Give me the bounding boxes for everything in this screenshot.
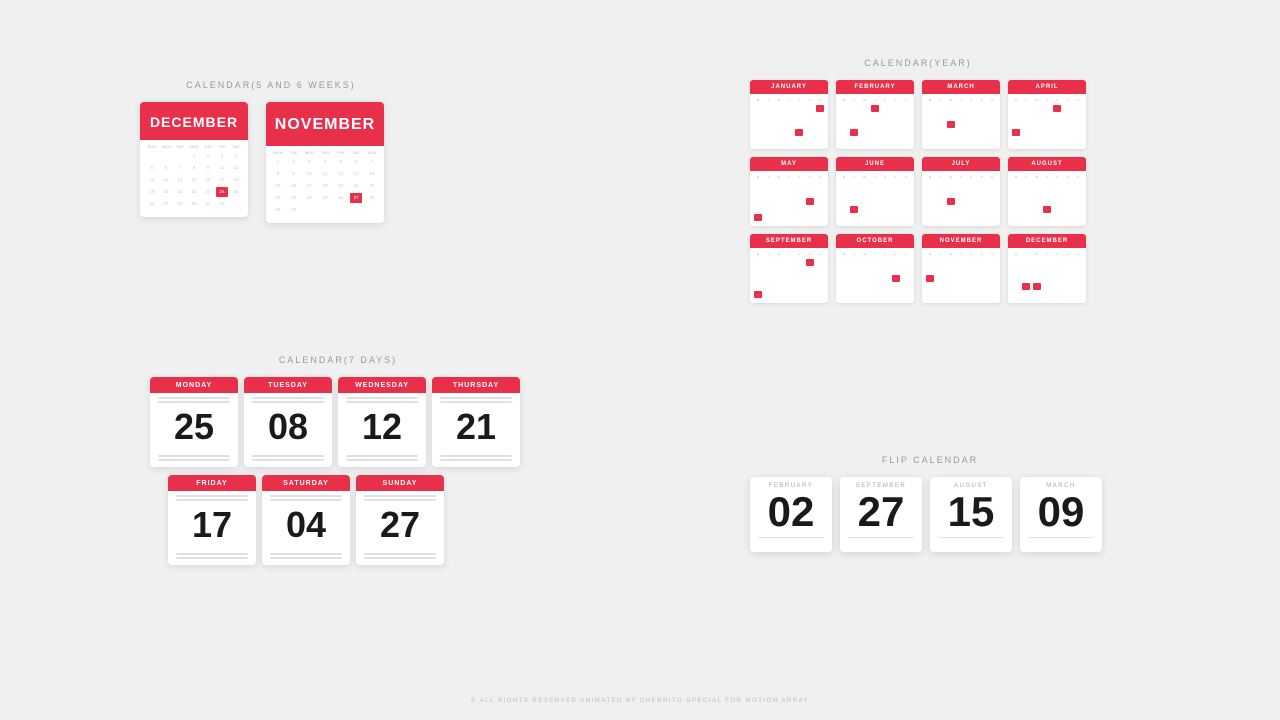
nov-week-3: 15161718192021 [272,181,378,191]
year-section-label: CALENDAR(YEAR) [750,58,1086,68]
november-mini-cal: NOVEMBER MTWTFSS ······· ······· ·······… [922,234,1000,303]
flip-section-label: FLIP CALENDAR [750,455,1110,465]
thursday-number: 21 [432,405,520,453]
friday-number: 17 [168,503,256,551]
april-mini-cal: APRIL MTWTFSS ······· ······· ······· ··… [1008,80,1086,149]
days-row-1: MONDAY 25 TUESDAY 08 WEDNESD [150,377,526,467]
monday-number: 25 [150,405,238,453]
days-section-label: CALENDAR(7 DAYS) [150,355,526,365]
flip-cal-march: MARCH 09 [1020,477,1102,552]
december-header: DECEMBER [140,102,248,140]
footer: © ALL RIGHTS RESERVED ANIMATED BY CHERRI… [0,698,1280,704]
december-calendar: DECEMBER SUN MON TUE WED THU FRI SAT 123… [140,102,248,217]
weeks-section-label: CALENDAR(5 AND 6 WEEKS) [140,80,402,90]
monday-header: MONDAY [150,377,238,393]
wednesday-header: WEDNESDAY [338,377,426,393]
days-section: CALENDAR(7 DAYS) MONDAY 25 TUESDAY 08 [150,355,526,565]
weeks-section: CALENDAR(5 AND 6 WEEKS) DECEMBER SUN MON… [140,80,402,223]
nov-day-labels: MON TUE WED THU FRI SAT SUN [272,150,378,155]
flip-february-number: 02 [750,491,832,537]
flip-august-number: 15 [930,491,1012,537]
sunday-number: 27 [356,503,444,551]
day-labels-row: SUN MON TUE WED THU FRI SAT [146,144,242,149]
october-mini-cal: OCTOBER MTWTFSS ······· ······· ······· … [836,234,914,303]
saturday-header: SATURDAY [262,475,350,491]
july-mini-cal: JULY MTWTFSS ······· ······· ······· ···… [922,157,1000,226]
december-mini-cal: DECEMBER MTWTFSS ······· ······· ·······… [1008,234,1086,303]
november-calendar: NOVEMBER MON TUE WED THU FRI SAT SUN 123… [266,102,384,223]
wednesday-calendar: WEDNESDAY 12 [338,377,426,467]
tuesday-number: 08 [244,405,332,453]
year-grid: JANUARY MTWTFSS ······· ······· ······· … [750,80,1086,303]
november-header: NOVEMBER [266,102,384,146]
january-mini-body: MTWTFSS ······· ······· ······· ······· … [750,94,828,149]
sunday-header: SUNDAY [356,475,444,491]
week-row-2: 567891011 [146,163,242,173]
year-section: CALENDAR(YEAR) JANUARY MTWTFSS ······· ·… [750,58,1086,303]
january-mini-header: JANUARY [750,80,828,94]
june-mini-cal: JUNE MTWTFSS ······· ······· ······· ···… [836,157,914,226]
december-body: SUN MON TUE WED THU FRI SAT 1234 5678910… [140,140,248,217]
flip-section: FLIP CALENDAR FEBRUARY 02 SEPTEMBER 27 A… [750,455,1110,552]
flip-march-number: 09 [1020,491,1102,537]
monday-lines-top [150,393,238,405]
nov-week-2: 891011121314 [272,169,378,179]
week-row-1: 1234 [146,151,242,161]
flip-september-number: 27 [840,491,922,537]
week-row-4: 19202122232425 [146,187,242,197]
thursday-calendar: THURSDAY 21 [432,377,520,467]
tuesday-header: TUESDAY [244,377,332,393]
monday-calendar: MONDAY 25 [150,377,238,467]
footer-text: © ALL RIGHTS RESERVED ANIMATED BY CHERRI… [471,698,809,704]
saturday-number: 04 [262,503,350,551]
may-mini-cal: MAY MTWTFSS ······· ······· ······· ····… [750,157,828,226]
march-mini-cal: MARCH MTWTFSS ······· ······· ······· ··… [922,80,1000,149]
nov-week-4: 22232425262728 [272,193,378,203]
friday-calendar: FRIDAY 17 [168,475,256,565]
nov-week-1: 1234567 [272,157,378,167]
week-row-5: 262728293031 [146,199,242,209]
nov-week-5: 2930 [272,205,378,215]
flip-cal-september: SEPTEMBER 27 [840,477,922,552]
tuesday-calendar: TUESDAY 08 [244,377,332,467]
flip-cal-february: FEBRUARY 02 [750,477,832,552]
days-row-2: FRIDAY 17 SATURDAY 04 SUNDAY [168,475,526,565]
flip-calendars-row: FEBRUARY 02 SEPTEMBER 27 AUGUST 15 MARCH… [750,477,1110,552]
friday-header: FRIDAY [168,475,256,491]
wednesday-number: 12 [338,405,426,453]
september-mini-cal: SEPTEMBER MTWTFSS ······· ······· ······… [750,234,828,303]
sunday-calendar: SUNDAY 27 [356,475,444,565]
february-mini-cal: FEBRUARY MTWTFSS ······· ······· ·······… [836,80,914,149]
flip-cal-august: AUGUST 15 [930,477,1012,552]
november-body: MON TUE WED THU FRI SAT SUN 1234567 8910… [266,146,384,223]
saturday-calendar: SATURDAY 04 [262,475,350,565]
week-row-3: 12131415161718 [146,175,242,185]
january-mini-cal: JANUARY MTWTFSS ······· ······· ······· … [750,80,828,149]
monday-lines-bottom [150,453,238,467]
august-mini-cal: AUGUST MTWTFSS ······· ······· ······· ·… [1008,157,1086,226]
thursday-header: THURSDAY [432,377,520,393]
